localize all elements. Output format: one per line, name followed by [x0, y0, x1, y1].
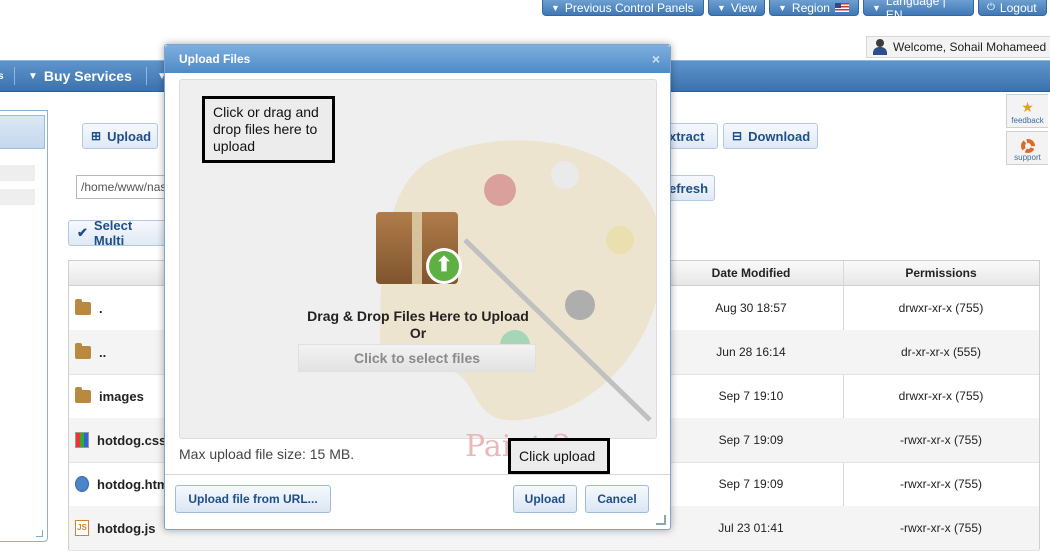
view-menu[interactable]: ▼ View	[708, 0, 765, 16]
left-panel-row[interactable]	[0, 189, 35, 205]
modified-cell: Jul 23 01:41	[718, 521, 784, 535]
dialog-title: Upload Files	[179, 52, 251, 66]
click-upload-callout: Click upload	[508, 438, 610, 474]
previous-control-panels-label: Previous Control Panels	[564, 0, 694, 15]
folder-icon	[75, 298, 91, 315]
logout-button[interactable]: ⏻ Logout	[978, 0, 1047, 16]
name-cell: JS hotdog.js	[75, 506, 156, 550]
select-multiple-label: Select Multi	[93, 218, 133, 248]
modified-cell: Sep 7 19:09	[718, 477, 784, 491]
file-name: images	[99, 388, 144, 404]
permissions-cell: drwxr-xr-x (755)	[898, 301, 984, 315]
upload-icon: ⊞	[91, 129, 102, 143]
upload-button[interactable]: Upload	[513, 485, 577, 513]
dialog-divider	[165, 474, 670, 475]
permissions-cell: drwxr-xr-x (755)	[898, 389, 984, 403]
lifebuoy-icon	[1020, 139, 1035, 153]
package-upload-icon: ⬆	[374, 204, 462, 290]
caret-down-icon: ▼	[551, 2, 560, 13]
permissions-cell: -rwxr-xr-x (755)	[900, 433, 982, 447]
upload-toolbar-button[interactable]: ⊞ Upload	[82, 123, 158, 149]
name-cell: images	[75, 374, 144, 418]
name-cell: .	[75, 286, 103, 330]
folder-icon	[75, 342, 91, 359]
nav-divider	[14, 67, 15, 85]
left-panel	[0, 110, 48, 542]
nav-item-buy-services[interactable]: ▼ Buy Services	[28, 61, 132, 91]
click-to-select-files-button[interactable]: Click to select files	[298, 344, 536, 372]
modified-cell: Sep 7 19:09	[718, 433, 784, 447]
nav-item-partial[interactable]: s	[0, 61, 4, 91]
drag-drop-callout: Click or drag and drop files here to upl…	[202, 96, 335, 163]
support-widget[interactable]: support	[1006, 131, 1048, 165]
checkmark-icon: ✔	[77, 225, 88, 240]
download-toolbar-button[interactable]: ⊟ Download	[723, 123, 818, 149]
dialog-header: Upload Files ×	[165, 45, 670, 73]
name-cell: hotdog.css	[75, 418, 166, 462]
resize-handle[interactable]	[36, 530, 43, 537]
caret-down-icon: ▼	[778, 2, 787, 13]
close-icon[interactable]: ×	[652, 51, 660, 67]
caret-down-icon: ▼	[717, 2, 726, 13]
file-name: hotdog.htm	[97, 476, 169, 492]
modified-cell: Aug 30 18:57	[715, 301, 787, 315]
caret-down-icon: ▼	[872, 2, 881, 13]
js-file-icon: JS	[75, 520, 89, 536]
file-name: hotdog.css	[97, 432, 167, 448]
previous-control-panels-menu[interactable]: ▼ Previous Control Panels	[542, 0, 704, 16]
html-file-icon	[75, 476, 89, 492]
language-menu[interactable]: ▼ Language | EN	[863, 0, 974, 22]
view-label: View	[730, 0, 757, 15]
buy-services-label: Buy Services	[43, 68, 132, 84]
feedback-label: feedback	[1011, 116, 1044, 125]
permissions-cell: -rwxr-xr-x (755)	[900, 477, 982, 491]
cancel-button[interactable]: Cancel	[585, 485, 649, 513]
name-cell: ..	[75, 330, 106, 374]
caret-down-icon: s	[0, 70, 4, 82]
css-file-icon	[75, 432, 89, 448]
dialog-resize-handle[interactable]	[656, 515, 666, 525]
header-date-modified[interactable]: Date Modified	[659, 261, 843, 285]
us-flag-icon	[834, 3, 849, 12]
support-label: support	[1014, 153, 1041, 162]
or-text: Or	[409, 325, 427, 341]
caret-down-icon: ▼	[28, 70, 38, 82]
left-panel-row[interactable]	[0, 165, 35, 181]
user-avatar-icon	[873, 39, 887, 55]
permissions-cell: -rwxr-xr-x (755)	[900, 521, 982, 535]
download-icon: ⊟	[732, 129, 743, 143]
permissions-cell: dr-xr-xr-x (555)	[901, 345, 981, 359]
star-icon: ★	[1021, 99, 1034, 115]
upload-files-dialog: Upload Files × ⬆ Drag & Drop Files Here …	[164, 44, 671, 530]
modified-cell: Sep 7 19:10	[718, 389, 784, 403]
file-name: ..	[99, 344, 107, 360]
region-menu[interactable]: ▼ Region	[769, 0, 859, 16]
feedback-widget[interactable]: ★ feedback	[1006, 94, 1048, 128]
language-label: Language | EN	[885, 0, 946, 22]
folder-icon	[75, 386, 91, 403]
logout-label: Logout	[999, 0, 1037, 15]
nav-divider	[146, 67, 147, 85]
select-multiple-button[interactable]: ✔ Select Multi	[68, 218, 168, 248]
left-panel-header	[0, 115, 45, 149]
power-icon: ⏻	[987, 2, 995, 13]
modified-cell: Jun 28 16:14	[716, 345, 786, 359]
file-name: .	[99, 300, 103, 316]
name-cell: hotdog.htm	[75, 462, 168, 506]
file-name: hotdog.js	[97, 520, 156, 536]
extract-toolbar-label: xtract	[669, 128, 705, 144]
header-permissions[interactable]: Permissions	[844, 261, 1038, 285]
drag-drop-text: Drag & Drop Files Here to Upload	[307, 308, 529, 324]
path-input[interactable]: /home/www/nas	[76, 175, 166, 199]
max-upload-size-text: Max upload file size: 15 MB.	[179, 446, 355, 462]
upload-from-url-button[interactable]: Upload file from URL...	[175, 485, 331, 513]
refresh-label: efresh	[669, 180, 709, 196]
download-toolbar-label: Download	[748, 128, 811, 144]
welcome-text: Welcome, Sohail Mohameed	[893, 40, 1047, 54]
welcome-banner: Welcome, Sohail Mohameed	[866, 36, 1050, 58]
region-label: Region	[791, 0, 830, 15]
upload-toolbar-label: Upload	[107, 128, 152, 144]
